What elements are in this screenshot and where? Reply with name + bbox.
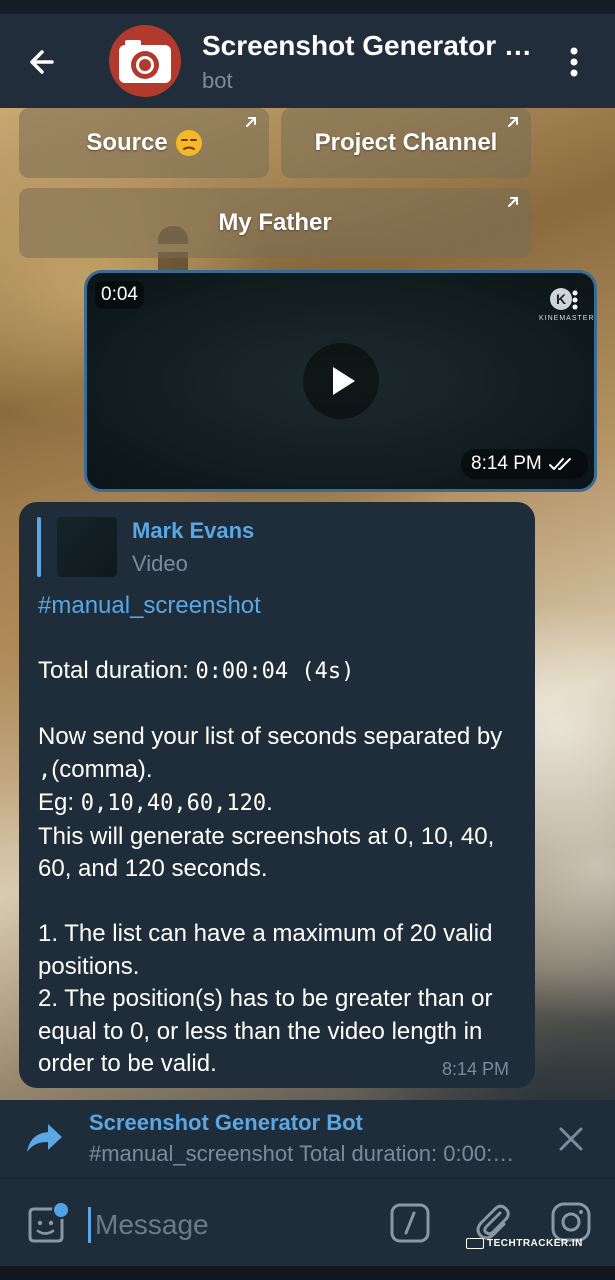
unamused-face-icon <box>175 130 202 156</box>
generate-explanation: This will generate screenshots at 0, 10,… <box>38 822 501 883</box>
reply-author[interactable]: Mark Evans <box>132 518 254 544</box>
notification-dot <box>52 1201 70 1219</box>
forward-icon <box>27 1124 62 1152</box>
message-input[interactable] <box>88 1207 368 1243</box>
forward-preview-text: #manual_screenshot Total duration: 0:00:… <box>89 1141 517 1166</box>
reply-indicator <box>37 517 41 577</box>
monitor-icon <box>466 1238 484 1249</box>
rule-2: 2. The position(s) has to be greater tha… <box>38 985 500 1077</box>
external-link-icon <box>508 117 518 127</box>
total-duration-value: 0:00:04 (4s) <box>195 659 355 684</box>
example-value: 0,10,40,60,120 <box>80 791 267 816</box>
play-button[interactable] <box>303 343 379 419</box>
forward-preview-bar[interactable]: Screenshot Generator Bot #manual_screens… <box>0 1100 615 1178</box>
message-text: #manual_screenshot Total duration: 0:00:… <box>38 590 518 1081</box>
avatar[interactable] <box>109 25 181 97</box>
slash-command-icon <box>390 1203 430 1243</box>
comma-label: (comma). <box>51 755 153 783</box>
my-father-label: My Father <box>218 209 332 236</box>
watermark-text: TECHTRACKER.IN <box>487 1238 583 1249</box>
chat-header: Screenshot Generator Bot bot <box>0 14 615 108</box>
example-end: . <box>266 789 273 816</box>
message-timestamp: 8:14 PM <box>442 1059 510 1079</box>
close-forward-button[interactable] <box>556 1124 586 1154</box>
comma-code: , <box>38 757 52 783</box>
external-link-icon <box>246 117 256 127</box>
more-vertical-icon <box>570 47 578 77</box>
instruction-line: Now send your list of seconds separated … <box>38 723 509 750</box>
close-icon <box>559 1127 583 1151</box>
message-input-bar <box>0 1178 615 1266</box>
source-button-label: Source <box>86 129 168 156</box>
play-icon <box>333 367 355 395</box>
arrow-left-icon <box>30 50 54 74</box>
hashtag-link[interactable]: #manual_screenshot <box>38 592 261 619</box>
my-father-button[interactable]: My Father <box>19 188 531 258</box>
svg-text:K: K <box>556 291 566 307</box>
external-link-icon <box>508 197 518 207</box>
paperclip-icon <box>476 1204 510 1240</box>
chat-subtitle: bot <box>202 68 233 93</box>
attach-button[interactable] <box>470 1199 514 1243</box>
forward-title: Screenshot Generator Bot <box>89 1110 363 1135</box>
incoming-message[interactable]: Mark Evans Video #manual_screenshot Tota… <box>19 502 535 1088</box>
instagram-camera-button[interactable] <box>550 1201 592 1243</box>
video-duration: 0:04 <box>95 281 144 309</box>
double-check-icon <box>548 458 571 470</box>
video-message[interactable]: 0:04 K KINEMASTER 8:14 PM <box>84 270 597 492</box>
reply-thumbnail[interactable] <box>57 517 117 577</box>
source-button[interactable]: Source <box>19 108 269 178</box>
example-label: Eg: <box>38 789 81 816</box>
system-nav-bar <box>0 1266 615 1280</box>
reply-type: Video <box>132 551 188 576</box>
project-channel-label: Project Channel <box>314 129 498 156</box>
instagram-icon <box>551 1202 591 1242</box>
video-time-text: 8:14 PM <box>471 453 542 474</box>
camera-icon <box>119 40 171 83</box>
back-button[interactable] <box>22 42 62 82</box>
project-channel-button[interactable]: Project Channel <box>281 108 531 178</box>
video-timestamp: 8:14 PM <box>461 449 588 479</box>
rule-1: 1. The list can have a maximum of 20 val… <box>38 920 500 980</box>
kinemaster-watermark: KINEMASTER <box>539 315 595 322</box>
more-menu-button[interactable] <box>560 42 588 82</box>
status-bar <box>0 0 615 14</box>
total-duration-label: Total duration: <box>38 657 196 684</box>
site-watermark: TECHTRACKER.IN <box>466 1238 583 1249</box>
chat-title[interactable]: Screenshot Generator Bot <box>202 30 532 62</box>
bot-commands-button[interactable] <box>390 1203 430 1243</box>
